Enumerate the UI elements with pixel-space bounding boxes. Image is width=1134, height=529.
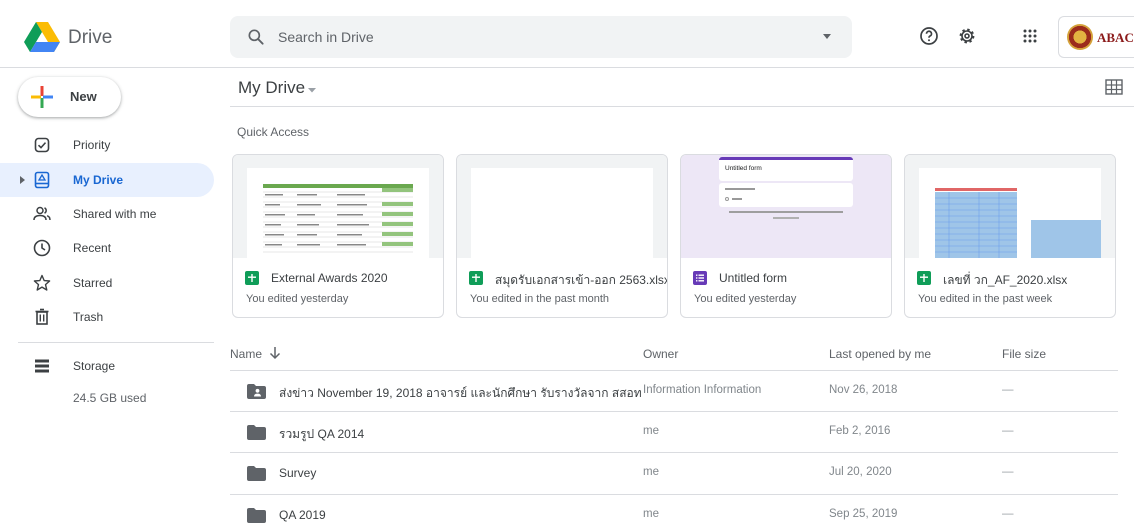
my-drive-icon: [34, 171, 50, 189]
shared-icon: [33, 206, 51, 221]
file-name: Survey: [279, 466, 317, 480]
sidebar-item-label: Shared with me: [73, 207, 157, 221]
app-name[interactable]: Drive: [68, 27, 112, 49]
storage-icon: [35, 359, 49, 373]
column-header-last-opened[interactable]: Last opened by me: [829, 347, 931, 361]
sidebar-divider: [18, 342, 214, 343]
sidebar-item-label: Starred: [73, 276, 113, 290]
apps-grid-icon[interactable]: [1020, 26, 1040, 46]
page-title[interactable]: My Drive: [238, 78, 305, 98]
file-size: —: [1002, 466, 1014, 478]
table-row[interactable]: รวมรูป QA 2014 me Feb 2, 2016 —: [230, 411, 1118, 452]
last-opened-date: Sep 25, 2019: [829, 508, 898, 520]
file-name: QA 2019: [279, 508, 326, 522]
priority-icon: [34, 137, 50, 153]
column-header-owner[interactable]: Owner: [643, 347, 678, 361]
settings-icon[interactable]: [957, 26, 977, 46]
chevron-down-icon[interactable]: [307, 85, 317, 95]
help-icon[interactable]: [919, 26, 939, 46]
file-owner: me: [643, 508, 659, 520]
sidebar-item-trash[interactable]: Trash: [0, 300, 214, 334]
folder-icon: [247, 508, 266, 523]
form-preview-question: [719, 183, 853, 207]
drive-logo-icon[interactable]: [24, 22, 60, 52]
file-name: รวมรูป QA 2014: [279, 427, 365, 441]
shared-folder-icon: [247, 384, 266, 399]
forms-icon: [693, 271, 707, 285]
sidebar-item-storage[interactable]: Storage: [0, 349, 214, 383]
table-row[interactable]: ส่งข่าว November 19, 2018 อาจารย์ และนัก…: [230, 370, 1118, 411]
file-name: Untitled form: [719, 271, 788, 285]
file-activity: You edited in the past month: [470, 293, 610, 305]
sheets-icon: [245, 271, 259, 285]
form-preview-header: Untitled form: [719, 157, 853, 181]
sidebar-item-priority[interactable]: Priority: [0, 128, 214, 162]
trash-icon: [35, 308, 49, 325]
sidebar-item-label: Trash: [73, 310, 104, 324]
quick-access-card[interactable]: สมุดรับเอกสารเข้า-ออก 2563.xlsx You edit…: [456, 154, 668, 318]
account-label: ABAC: [1097, 30, 1134, 45]
storage-used-text: 24.5 GB used: [73, 391, 147, 405]
search-options-icon[interactable]: [822, 31, 832, 41]
sidebar-item-label: Storage: [73, 359, 116, 373]
new-button[interactable]: New: [18, 77, 121, 117]
file-owner: me: [643, 466, 659, 478]
search-icon[interactable]: [246, 27, 266, 47]
last-opened-date: Nov 26, 2018: [829, 384, 898, 396]
quick-access-card[interactable]: External Awards 2020 You edited yesterda…: [232, 154, 444, 318]
file-name: เลขที่ วก_AF_2020.xlsx: [943, 273, 1068, 287]
sidebar-item-label: My Drive: [73, 173, 124, 187]
new-button-label: New: [70, 89, 97, 104]
star-icon: [33, 274, 51, 291]
quick-access-card[interactable]: Untitled form Untitled form You edited y…: [680, 154, 892, 318]
grid-view-icon[interactable]: [1105, 79, 1123, 95]
file-name: สมุดรับเอกสารเข้า-ออก 2563.xlsx: [495, 273, 668, 287]
table-row[interactable]: QA 2019 me Sep 25, 2019 —: [230, 494, 1118, 529]
top-bar: Drive ABAC: [0, 0, 1134, 68]
file-activity: You edited in the past week: [918, 293, 1053, 305]
quick-access-title: Quick Access: [237, 125, 310, 139]
sidebar-item-starred[interactable]: Starred: [0, 266, 214, 300]
file-owner: me: [643, 425, 659, 437]
file-thumbnail: [457, 155, 667, 258]
file-size: —: [1002, 384, 1014, 396]
account-switcher[interactable]: ABAC: [1058, 16, 1134, 58]
sidebar-item-label: Recent: [73, 241, 112, 255]
file-size: —: [1002, 508, 1014, 520]
file-thumbnail: [233, 155, 443, 258]
sheets-icon: [469, 271, 483, 285]
expand-caret-icon[interactable]: [18, 176, 26, 184]
column-header-name[interactable]: Name: [230, 347, 262, 361]
folder-icon: [247, 466, 266, 481]
spreadsheet-preview-icon: [263, 184, 413, 253]
table-row[interactable]: Survey me Jul 20, 2020 —: [230, 452, 1118, 493]
folder-icon: [247, 425, 266, 440]
file-name: External Awards 2020: [271, 271, 388, 285]
file-owner: Information Information: [643, 384, 762, 396]
last-opened-date: Feb 2, 2016: [829, 425, 891, 437]
sheets-icon: [917, 271, 931, 285]
clock-icon: [33, 239, 51, 257]
sidebar-item-label: Priority: [73, 138, 111, 152]
quick-access-card[interactable]: เลขที่ วก_AF_2020.xlsx You edited in the…: [904, 154, 1116, 318]
form-preview-title: Untitled form: [725, 165, 762, 172]
last-opened-date: Jul 20, 2020: [829, 466, 892, 478]
plus-icon: [31, 86, 53, 108]
file-thumbnail: [905, 155, 1115, 258]
sort-arrow-down-icon[interactable]: [269, 346, 281, 360]
column-header-size[interactable]: File size: [1002, 347, 1046, 361]
search-bar[interactable]: [230, 16, 852, 58]
file-thumbnail: Untitled form: [681, 155, 891, 258]
spreadsheet-preview-icon: [935, 188, 1101, 258]
file-activity: You edited yesterday: [694, 293, 797, 305]
sidebar-item-shared[interactable]: Shared with me: [0, 197, 214, 231]
file-name: ส่งข่าว November 19, 2018 อาจารย์ และนัก…: [279, 386, 642, 400]
sidebar-item-my-drive[interactable]: My Drive: [0, 163, 214, 197]
file-activity: You edited yesterday: [246, 293, 349, 305]
search-input[interactable]: [278, 25, 798, 49]
file-size: —: [1002, 425, 1014, 437]
abac-seal-icon: [1067, 24, 1093, 50]
sidebar-item-recent[interactable]: Recent: [0, 231, 214, 265]
main-divider: [230, 106, 1134, 107]
